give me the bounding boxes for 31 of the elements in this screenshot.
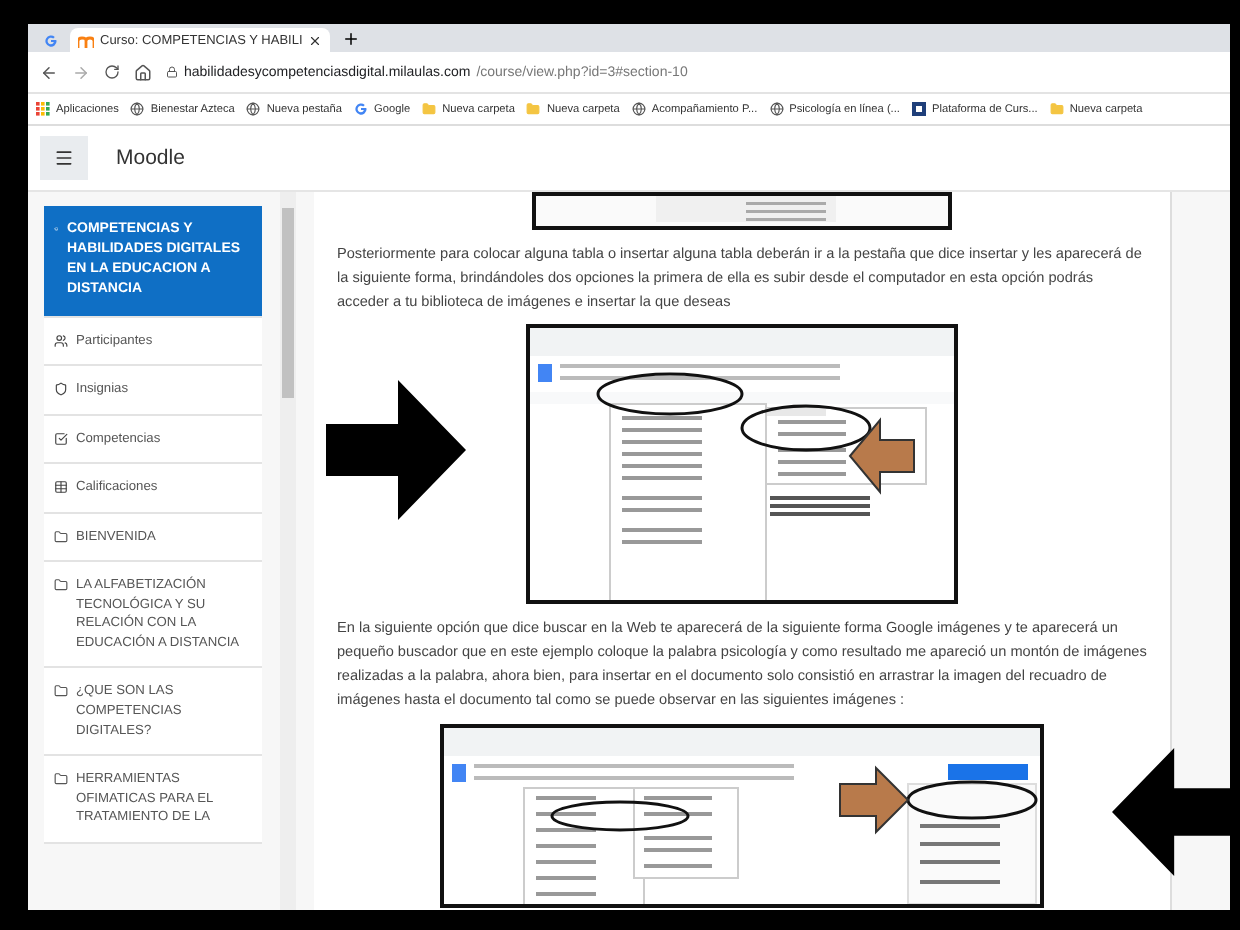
google-logo-icon [44, 33, 58, 47]
back-icon[interactable] [40, 63, 58, 81]
square-logo-icon [911, 102, 926, 116]
close-icon[interactable] [308, 33, 323, 47]
folder-icon [526, 102, 541, 116]
scrollbar[interactable] [280, 192, 296, 910]
globe-icon [631, 102, 646, 116]
menu-button[interactable] [40, 136, 88, 180]
folder-icon [54, 578, 68, 593]
apps-grid-icon [36, 102, 50, 116]
folder-icon [54, 529, 68, 544]
shield-icon [54, 382, 68, 397]
globe-icon [130, 102, 145, 116]
checkbox-icon [54, 431, 68, 446]
home-icon[interactable] [134, 63, 152, 81]
globe-icon [246, 102, 261, 116]
table-icon [54, 480, 68, 495]
moodle-logo-icon [78, 33, 94, 47]
users-icon [54, 333, 68, 348]
site-title[interactable]: Moodle [116, 146, 185, 170]
folder-icon [54, 684, 68, 699]
folder-icon [54, 772, 68, 787]
lock-icon [166, 66, 178, 78]
folder-icon [422, 102, 437, 116]
google-logo-icon [354, 102, 369, 116]
reload-icon[interactable] [104, 64, 120, 80]
globe-icon [769, 102, 784, 116]
menu-icon [54, 148, 74, 168]
new-tab-icon[interactable] [342, 30, 361, 48]
arrow-right-icon [326, 380, 466, 520]
folder-icon [1049, 102, 1064, 116]
